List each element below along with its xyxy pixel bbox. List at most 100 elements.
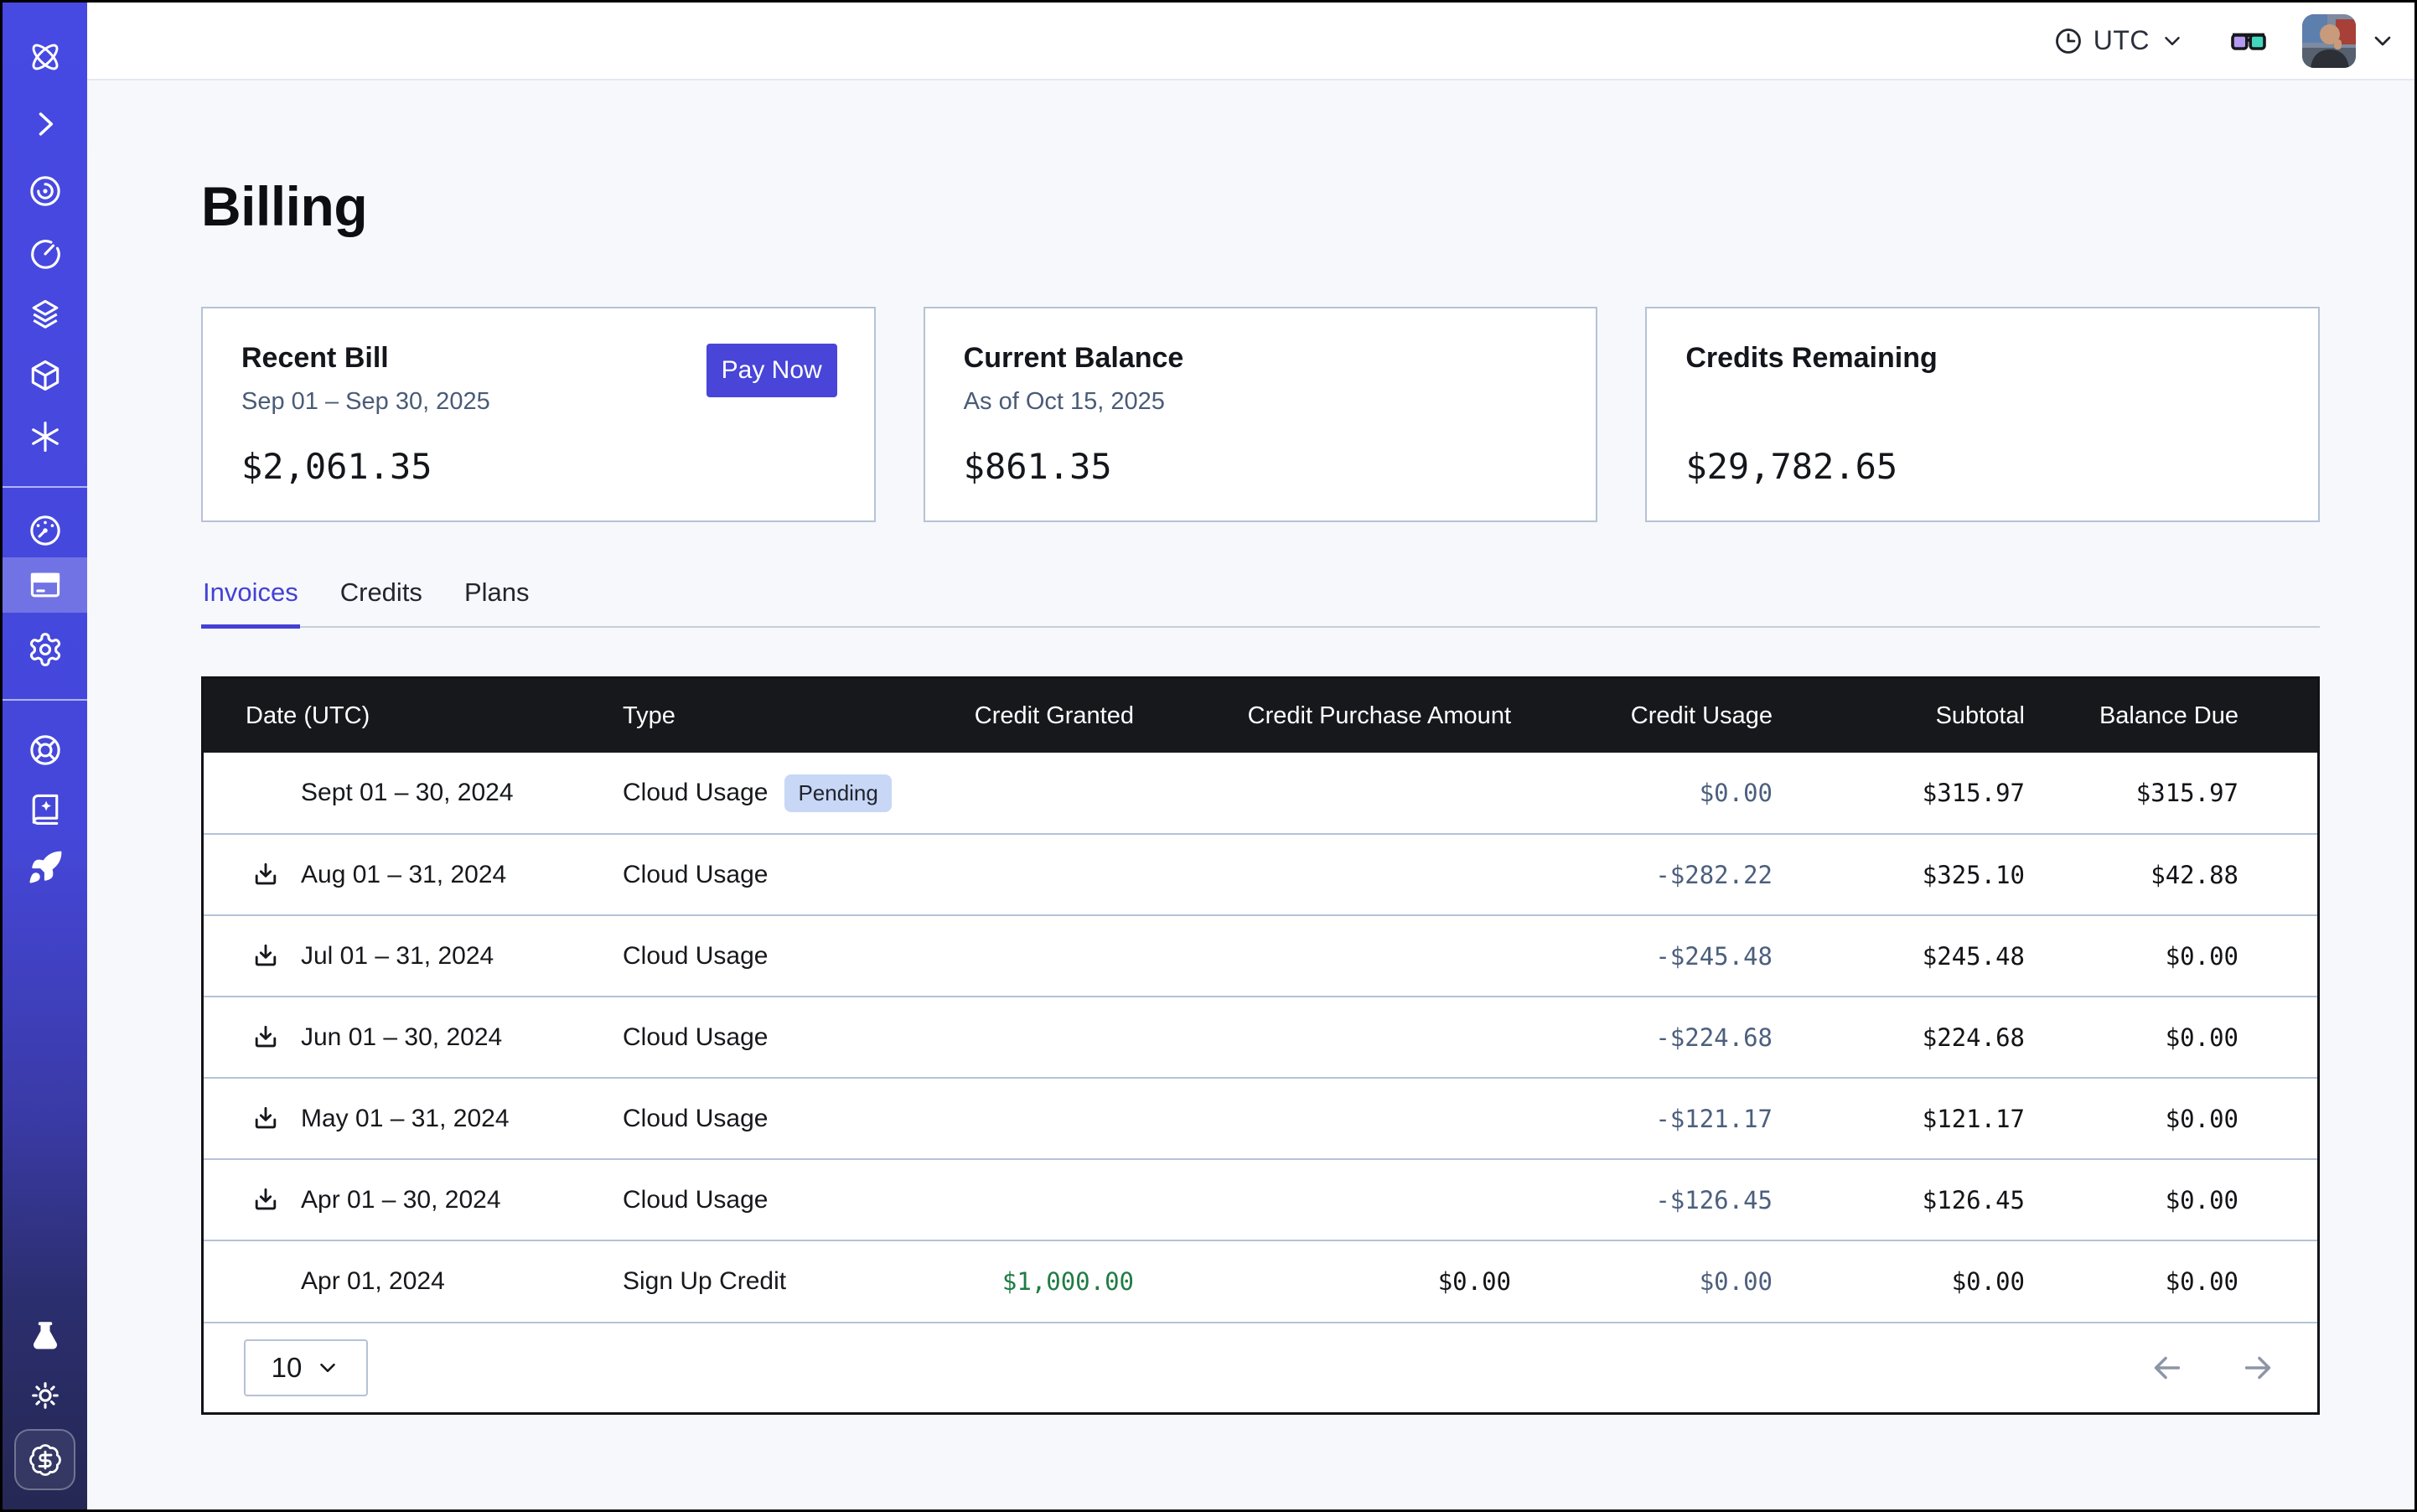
cell-credit-usage: -$245.48 — [1519, 915, 1781, 997]
cell-balance-due: $42.88 — [2033, 834, 2317, 915]
download-icon[interactable] — [251, 1185, 301, 1215]
billing-card-icon[interactable] — [3, 558, 87, 612]
swirl-icon[interactable] — [3, 164, 87, 218]
cell-balance-due: $0.00 — [2033, 1240, 2317, 1322]
goggles-icon[interactable] — [2228, 21, 2269, 61]
download-icon[interactable] — [251, 941, 301, 971]
cell-credit-granted — [924, 753, 1142, 834]
credits-remaining-card: Credits Remaining $29,782.65 — [1645, 307, 2320, 522]
download-icon[interactable] — [251, 1104, 301, 1134]
cell-date: Apr 01, 2024 — [204, 1240, 623, 1322]
cell-date: Sept 01 – 30, 2024 — [204, 753, 623, 834]
col-credit-granted: Credit Granted — [924, 679, 1142, 753]
invoice-date: Sept 01 – 30, 2024 — [301, 779, 514, 807]
sun-icon[interactable] — [3, 1369, 87, 1422]
cell-type: Cloud Usage — [623, 834, 924, 915]
timer-icon[interactable] — [3, 227, 87, 281]
table-row: Apr 01, 2024 Sign Up Credit $1,000.00 $0.00… — [204, 1240, 2317, 1322]
logo-icon[interactable] — [3, 30, 87, 84]
main-area: UTC — [87, 3, 2414, 1509]
tab-invoices[interactable]: Invoices — [201, 577, 300, 629]
tab-credits[interactable]: Credits — [339, 577, 424, 629]
cell-credit-granted — [924, 997, 1142, 1078]
cell-type: Cloud Usage — [623, 915, 924, 997]
sidebar-divider — [3, 486, 87, 488]
table-row: Aug 01 – 31, 2024Cloud Usage-$282.22$325… — [204, 834, 2317, 915]
cell-type: Cloud Usage — [623, 1078, 924, 1159]
rocket-icon[interactable] — [3, 841, 87, 894]
cell-type: Cloud Usage — [623, 997, 924, 1078]
table-footer: 10 — [204, 1322, 2317, 1412]
cell-subtotal: $0.00 — [1781, 1240, 2033, 1322]
table-header-row: Date (UTC) Type Credit Granted Credit Pu… — [204, 679, 2317, 753]
cell-subtotal: $245.48 — [1781, 915, 2033, 997]
cell-credit-usage: -$282.22 — [1519, 834, 1781, 915]
cell-balance-due: $0.00 — [2033, 997, 2317, 1078]
gauge-icon[interactable] — [3, 504, 87, 557]
timezone-selector[interactable]: UTC — [2053, 25, 2185, 56]
pay-now-button[interactable]: Pay Now — [706, 344, 837, 397]
next-page-icon[interactable] — [2238, 1349, 2277, 1387]
col-date: Date (UTC) — [204, 679, 623, 753]
upgrade-plan-button[interactable] — [14, 1429, 75, 1490]
cell-type: Cloud Usage — [623, 1159, 924, 1240]
cell-type: Sign Up Credit — [623, 1240, 924, 1322]
cell-subtotal: $325.10 — [1781, 834, 2033, 915]
cell-credit-purchase — [1142, 1159, 1519, 1240]
cell-balance-due: $315.97 — [2033, 753, 2317, 834]
invoice-date: Apr 01 – 30, 2024 — [301, 1186, 501, 1214]
clock-icon — [2053, 26, 2083, 56]
cell-credit-purchase — [1142, 753, 1519, 834]
invoice-rows: Sept 01 – 30, 2024 Cloud UsagePending $0.0… — [204, 753, 2317, 1322]
cell-credit-granted: $1,000.00 — [924, 1240, 1142, 1322]
chevron-down-icon — [315, 1355, 340, 1380]
card-title: Credits Remaining — [1685, 342, 2280, 375]
cell-credit-usage: -$126.45 — [1519, 1159, 1781, 1240]
flask-icon[interactable] — [3, 1310, 87, 1364]
cell-type: Cloud UsagePending — [623, 753, 924, 834]
cell-credit-usage: $0.00 — [1519, 753, 1781, 834]
invoice-type: Cloud Usage — [623, 779, 768, 807]
avatar[interactable] — [2302, 14, 2356, 68]
cell-credit-usage: $0.00 — [1519, 1240, 1781, 1322]
recent-bill-amount: $2,061.35 — [241, 446, 432, 487]
life-ring-icon[interactable] — [3, 723, 87, 777]
cell-date: Jun 01 – 30, 2024 — [204, 997, 623, 1078]
download-icon[interactable] — [251, 1023, 301, 1053]
asterisk-icon[interactable] — [3, 410, 87, 463]
cell-credit-purchase — [1142, 1078, 1519, 1159]
sidebar — [3, 3, 87, 1509]
cell-subtotal: $121.17 — [1781, 1078, 2033, 1159]
chevron-down-icon — [2160, 28, 2185, 54]
book-sparkle-icon[interactable] — [3, 782, 87, 836]
col-subtotal: Subtotal — [1781, 679, 2033, 753]
chevron-right-icon[interactable] — [3, 97, 87, 151]
download-icon[interactable] — [251, 860, 301, 890]
billing-page: Billing Recent Bill Sep 01 – Sep 30, 202… — [87, 80, 2414, 1509]
dollar-badge-icon — [28, 1442, 63, 1478]
cell-subtotal: $224.68 — [1781, 997, 2033, 1078]
table-row: Jun 01 – 30, 2024Cloud Usage-$224.68$224… — [204, 997, 2317, 1078]
app-window: UTC — [0, 0, 2417, 1512]
layers-icon[interactable] — [3, 287, 87, 341]
table-row: May 01 – 31, 2024Cloud Usage-$121.17$121… — [204, 1078, 2317, 1159]
table-row: Apr 01 – 30, 2024Cloud Usage-$126.45$126… — [204, 1159, 2317, 1240]
col-type: Type — [623, 679, 924, 753]
invoice-date: Apr 01, 2024 — [301, 1267, 445, 1296]
cube-icon[interactable] — [3, 349, 87, 402]
cell-balance-due: $0.00 — [2033, 915, 2317, 997]
page-title: Billing — [201, 174, 2320, 238]
invoice-type: Sign Up Credit — [623, 1267, 786, 1296]
account-chevron-down-icon[interactable] — [2369, 28, 2396, 54]
previous-page-icon[interactable] — [2148, 1349, 2187, 1387]
tab-plans[interactable]: Plans — [463, 577, 531, 629]
page-size-select[interactable]: 10 — [244, 1339, 368, 1396]
sidebar-divider — [3, 699, 87, 701]
invoice-type: Cloud Usage — [623, 1105, 768, 1133]
invoice-type: Cloud Usage — [623, 1186, 768, 1214]
current-balance-card: Current Balance As of Oct 15, 2025 $861.… — [924, 307, 1598, 522]
invoice-type: Cloud Usage — [623, 942, 768, 971]
gear-icon[interactable] — [3, 623, 87, 676]
table-row: Sept 01 – 30, 2024 Cloud UsagePending $0.0… — [204, 753, 2317, 834]
credits-remaining-amount: $29,782.65 — [1685, 446, 1897, 487]
